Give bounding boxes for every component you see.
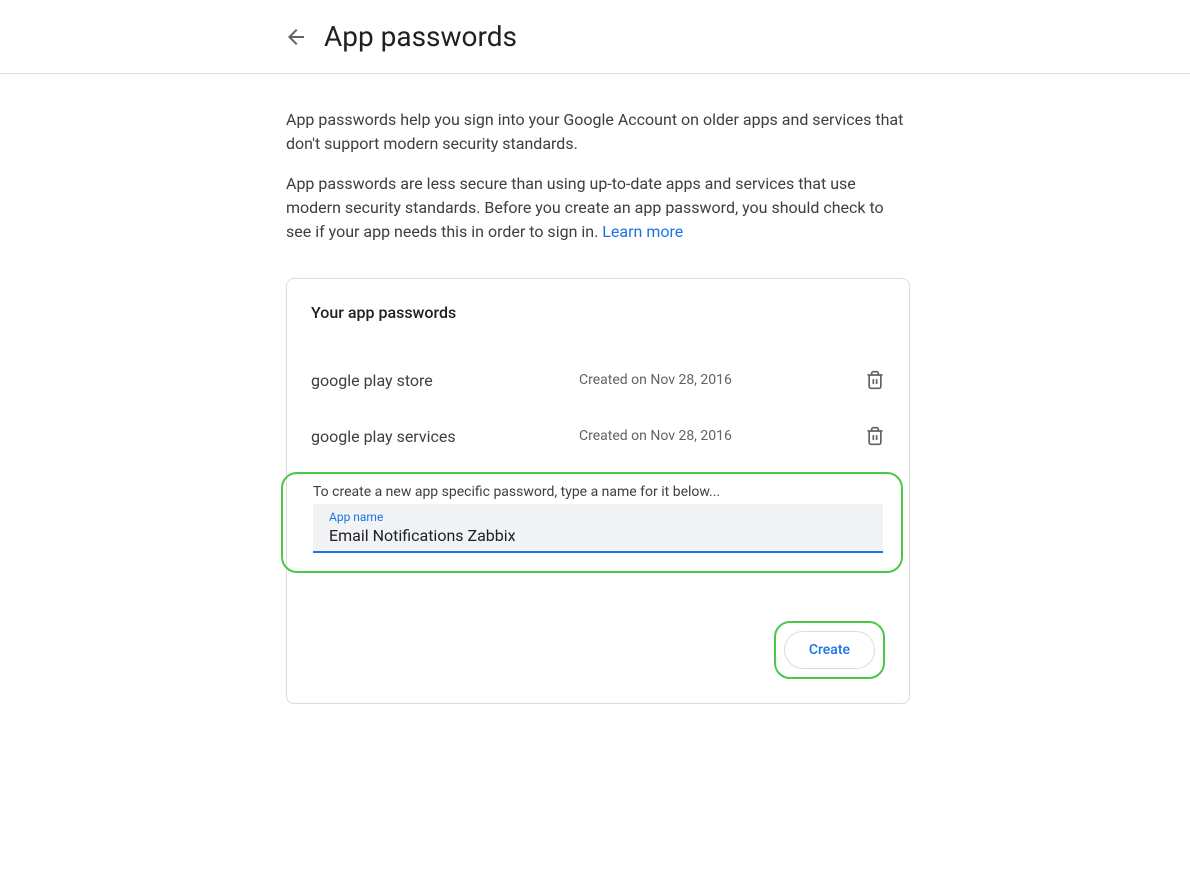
highlight-input-section: To create a new app specific password, t… [281, 472, 903, 573]
button-row: Create [311, 621, 885, 679]
app-name-input[interactable] [329, 526, 867, 545]
app-passwords-card: Your app passwords google play store Cre… [286, 278, 910, 704]
created-date-label: Created on Nov 28, 2016 [579, 372, 865, 388]
page-header: App passwords [0, 0, 1190, 74]
input-label: App name [329, 510, 867, 524]
create-button[interactable]: Create [784, 631, 875, 669]
highlight-create-button: Create [774, 621, 885, 679]
password-row: google play services Created on Nov 28, … [311, 408, 885, 464]
content-area: App passwords help you sign into your Go… [286, 74, 910, 704]
password-row: google play store Created on Nov 28, 201… [311, 352, 885, 408]
created-date-label: Created on Nov 28, 2016 [579, 428, 865, 444]
delete-icon[interactable] [865, 426, 885, 446]
description-text-2: App passwords are less secure than using… [286, 174, 884, 241]
app-name-label: google play services [311, 427, 579, 446]
create-prompt: To create a new app specific password, t… [313, 484, 889, 500]
card-title: Your app passwords [311, 303, 885, 322]
page-title: App passwords [324, 20, 517, 53]
description-para-1: App passwords help you sign into your Go… [286, 108, 910, 156]
description-para-2: App passwords are less secure than using… [286, 172, 910, 244]
learn-more-link[interactable]: Learn more [602, 222, 683, 241]
input-wrapper: App name [313, 504, 883, 553]
delete-icon[interactable] [865, 370, 885, 390]
back-icon[interactable] [284, 25, 308, 49]
app-name-label: google play store [311, 371, 579, 390]
